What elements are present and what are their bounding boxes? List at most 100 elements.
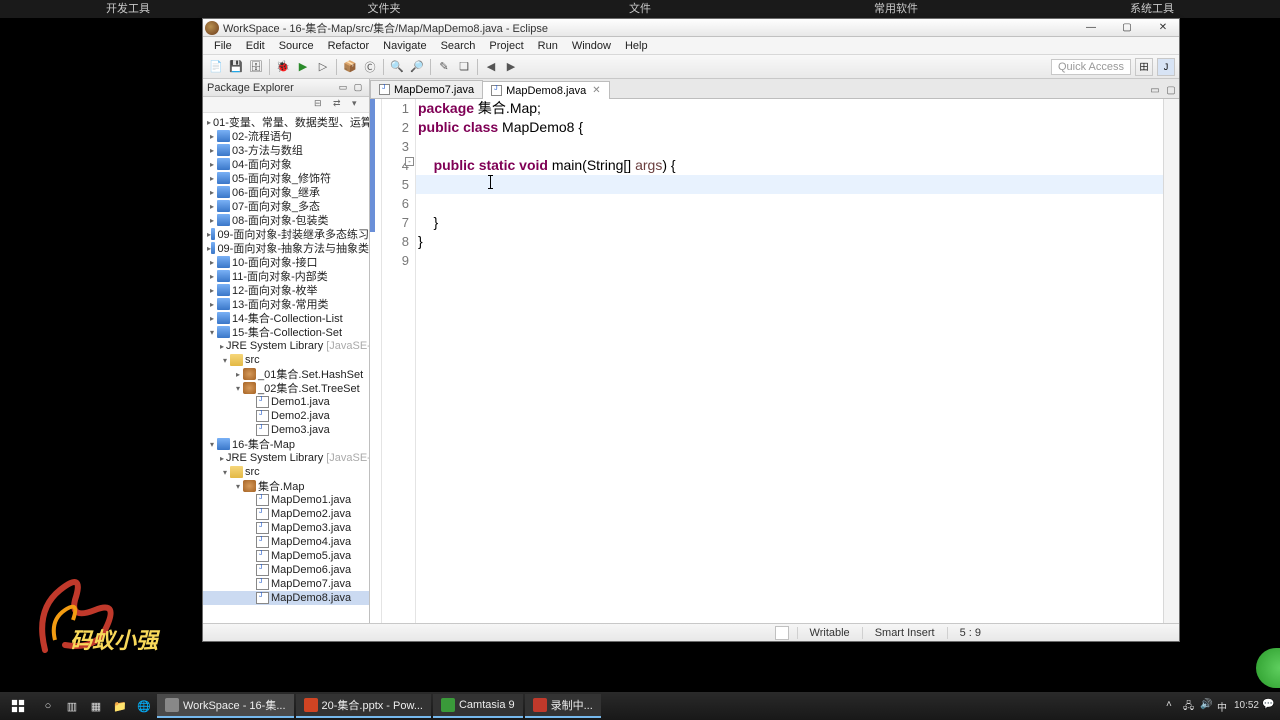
tree-node[interactable]: ▸03-方法与数组 (203, 143, 369, 157)
expand-icon[interactable]: ▾ (207, 439, 217, 449)
expand-icon[interactable]: ▸ (207, 201, 217, 211)
status-icon[interactable] (775, 626, 789, 640)
expand-icon[interactable]: ▸ (220, 453, 224, 463)
tree-node[interactable]: MapDemo2.java (203, 507, 369, 521)
tree-node[interactable]: ▸10-面向对象-接口 (203, 255, 369, 269)
annotation-icon[interactable]: ❏ (455, 58, 473, 76)
tree-node[interactable]: ▸11-面向对象-内部类 (203, 269, 369, 283)
expand-icon[interactable] (246, 509, 256, 519)
open-perspective-icon[interactable]: 田 (1135, 58, 1153, 76)
tree-node[interactable]: ▸09-面向对象-封装继承多态练习 (203, 227, 369, 241)
expand-icon[interactable]: ▸ (207, 117, 211, 127)
expand-icon[interactable]: ▸ (207, 131, 217, 141)
maximize-button[interactable]: ▢ (1113, 21, 1141, 35)
top-strip-item[interactable]: 文件夹 (256, 0, 512, 18)
save-icon[interactable]: 💾 (227, 58, 245, 76)
top-strip-item[interactable]: 开发工具 (0, 0, 256, 18)
toggle-mark-icon[interactable]: ✎ (435, 58, 453, 76)
menu-edit[interactable]: Edit (239, 40, 272, 52)
menu-source[interactable]: Source (272, 40, 321, 52)
tree-node[interactable]: ▾src (203, 465, 369, 479)
link-editor-icon[interactable]: ⇄ (333, 98, 346, 111)
tree-node[interactable]: MapDemo1.java (203, 493, 369, 507)
system-tray[interactable]: ˄ 🖧 🔊 中 10:52 💬 (1166, 699, 1280, 713)
menu-file[interactable]: File (207, 40, 239, 52)
top-strip-item[interactable]: 系统工具 (1024, 0, 1280, 18)
expand-icon[interactable] (246, 565, 256, 575)
expand-icon[interactable]: ▸ (207, 215, 217, 225)
new-package-icon[interactable]: 📦 (341, 58, 359, 76)
tree-node[interactable]: ▸09-面向对象-抽象方法与抽象类 (203, 241, 369, 255)
maximize-view-icon[interactable]: ▢ (351, 81, 365, 95)
cortana-icon[interactable]: ○ (36, 694, 60, 718)
expand-icon[interactable]: ▸ (207, 173, 217, 183)
minimize-button[interactable]: — (1077, 21, 1105, 35)
menu-refactor[interactable]: Refactor (321, 40, 377, 52)
menu-search[interactable]: Search (434, 40, 483, 52)
browser-icon[interactable]: 🌐 (132, 694, 156, 718)
editor-scrollbar[interactable] (1163, 99, 1179, 623)
back-icon[interactable]: ◀ (482, 58, 500, 76)
side-widget[interactable] (1256, 648, 1280, 688)
editor-tab-active[interactable]: MapDemo8.java ✕ (482, 81, 609, 99)
pinned-app-icon[interactable]: ▦ (84, 694, 108, 718)
expand-icon[interactable] (246, 551, 256, 561)
tree-node[interactable]: ▸13-面向对象-常用类 (203, 297, 369, 311)
task-view-icon[interactable]: ▥ (60, 694, 84, 718)
tray-network-icon[interactable]: 🖧 (1183, 699, 1197, 713)
expand-icon[interactable] (246, 495, 256, 505)
fold-marker-icon[interactable]: - (405, 157, 414, 166)
tree-node[interactable]: MapDemo5.java (203, 549, 369, 563)
tree-node[interactable]: ▾_02集合.Set.TreeSet (203, 381, 369, 395)
tree-node[interactable]: ▸12-面向对象-枚举 (203, 283, 369, 297)
tree-node[interactable]: ▸_01集合.Set.HashSet (203, 367, 369, 381)
menu-navigate[interactable]: Navigate (376, 40, 433, 52)
tree-node[interactable]: ▸08-面向对象-包装类 (203, 213, 369, 227)
expand-icon[interactable] (246, 425, 256, 435)
start-button[interactable] (0, 692, 36, 720)
tree-node[interactable]: ▾15-集合-Collection-Set (203, 325, 369, 339)
menu-run[interactable]: Run (531, 40, 565, 52)
expand-icon[interactable]: ▸ (207, 271, 217, 281)
tree-node[interactable]: ▸05-面向对象_修饰符 (203, 171, 369, 185)
expand-icon[interactable] (246, 537, 256, 547)
editor-tab[interactable]: MapDemo7.java (370, 80, 483, 98)
taskbar-app-camtasia[interactable]: Camtasia 9 (433, 694, 523, 718)
expand-icon[interactable]: ▾ (207, 327, 217, 337)
expand-icon[interactable]: ▾ (233, 481, 243, 491)
tree-node[interactable]: MapDemo6.java (203, 563, 369, 577)
top-strip-item[interactable]: 文件 (512, 0, 768, 18)
expand-icon[interactable]: ▸ (207, 299, 217, 309)
minimize-editor-icon[interactable]: ▭ (1147, 82, 1163, 98)
expand-icon[interactable]: ▸ (207, 257, 217, 267)
taskbar-app-eclipse[interactable]: WorkSpace - 16-集... (157, 694, 294, 718)
package-explorer-header[interactable]: Package Explorer ▭ ▢ (203, 79, 369, 97)
expand-icon[interactable] (246, 579, 256, 589)
expand-icon[interactable] (246, 411, 256, 421)
expand-icon[interactable] (246, 593, 256, 603)
tree-node[interactable]: Demo3.java (203, 423, 369, 437)
expand-icon[interactable]: ▸ (207, 187, 217, 197)
new-icon[interactable]: 📄 (207, 58, 225, 76)
file-explorer-icon[interactable]: 📁 (108, 694, 132, 718)
menu-project[interactable]: Project (482, 40, 530, 52)
tree-node[interactable]: ▾16-集合-Map (203, 437, 369, 451)
collapse-all-icon[interactable]: ⊟ (314, 98, 327, 111)
titlebar[interactable]: WorkSpace - 16-集合-Map/src/集合/Map/MapDemo… (203, 19, 1179, 37)
expand-icon[interactable]: ▸ (207, 159, 217, 169)
tree-node[interactable]: ▸14-集合-Collection-List (203, 311, 369, 325)
expand-icon[interactable]: ▾ (220, 355, 230, 365)
tray-clock[interactable]: 10:52 (1234, 701, 1259, 711)
top-strip-item[interactable]: 常用软件 (768, 0, 1024, 18)
package-tree[interactable]: ▸01-变量、常量、数据类型、运算符▸02-流程语句▸03-方法与数组▸04-面… (203, 113, 369, 623)
tree-node[interactable]: ▸07-面向对象_多态 (203, 199, 369, 213)
tree-node[interactable]: MapDemo7.java (203, 577, 369, 591)
tree-node[interactable]: ▸01-变量、常量、数据类型、运算符 (203, 115, 369, 129)
tree-node[interactable]: Demo2.java (203, 409, 369, 423)
close-tab-icon[interactable]: ✕ (592, 85, 600, 96)
expand-icon[interactable]: ▸ (207, 285, 217, 295)
expand-icon[interactable]: ▾ (233, 383, 243, 393)
menu-help[interactable]: Help (618, 40, 655, 52)
tray-notifications-icon[interactable]: 💬 (1262, 699, 1276, 713)
tree-node[interactable]: ▸06-面向对象_继承 (203, 185, 369, 199)
